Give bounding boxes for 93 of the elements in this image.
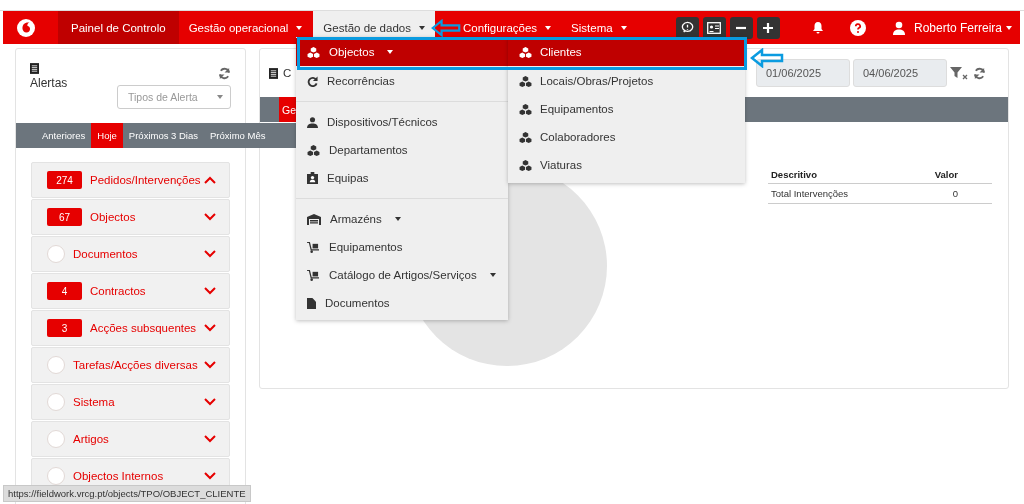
list-icon <box>269 67 278 79</box>
tab[interactable]: Próximos 3 Dias <box>122 123 205 148</box>
chevron-down-icon[interactable] <box>204 361 216 369</box>
group-label: Acções subsquentes <box>90 322 198 334</box>
group-label: Sistema <box>73 396 116 408</box>
user-menu[interactable]: Roberto Ferreira <box>913 20 1012 35</box>
help-icon[interactable] <box>849 19 866 36</box>
chevron-down-icon[interactable] <box>204 213 216 221</box>
cubes-icon <box>519 75 532 87</box>
hand-truck-icon <box>307 241 320 253</box>
redo-icon <box>307 75 318 87</box>
zoom-in-icon[interactable] <box>756 16 780 39</box>
empty-circle-icon <box>47 467 65 485</box>
accordion-header[interactable]: 274 Pedidos/Intervenções <box>31 162 230 198</box>
user-icon[interactable] <box>891 20 906 35</box>
group-label: Contractos <box>90 285 147 297</box>
chevron-down-icon[interactable] <box>204 250 216 258</box>
menu-item[interactable]: Recorrências <box>296 67 508 95</box>
warehouse-icon <box>307 213 321 225</box>
panel-title: C <box>283 67 292 79</box>
group-label: Objectos Internos <box>73 470 165 482</box>
person-icon <box>307 116 318 128</box>
accordion-header[interactable]: Documentos <box>31 236 230 272</box>
count-badge: 274 <box>47 171 82 189</box>
accordion-header[interactable]: Artigos <box>31 421 230 457</box>
panel-title: Alertas <box>30 76 68 90</box>
menu-item[interactable]: Colaboradores <box>508 123 745 151</box>
file-icon <box>307 297 316 309</box>
column-header: Descritivo <box>768 166 898 184</box>
table-cell: Total Intervenções <box>768 183 898 204</box>
tab[interactable]: Próximo Mês <box>204 123 272 148</box>
tab[interactable]: Hoje <box>91 123 123 148</box>
group-label: Artigos <box>73 433 110 445</box>
chevron-down-icon[interactable] <box>204 324 216 332</box>
menu-item[interactable]: Objectos <box>296 38 508 66</box>
arrow-icon <box>430 18 461 37</box>
nav-menu-item[interactable]: Painel de Controlo <box>58 11 179 44</box>
refresh-icon[interactable] <box>218 67 231 80</box>
zoom-out-icon[interactable] <box>729 16 753 39</box>
chevron-down-icon[interactable] <box>204 435 216 443</box>
column-header: Valor <box>897 166 992 184</box>
cubes-icon <box>519 46 532 58</box>
date-field[interactable]: 01/06/2025 <box>756 59 850 87</box>
menu-item[interactable]: Departamentos <box>296 136 508 164</box>
count-badge: 3 <box>47 319 82 337</box>
count-badge: 67 <box>47 208 82 226</box>
group-label: Objectos <box>90 211 137 223</box>
count-badge: 4 <box>47 282 82 300</box>
menu-item[interactable]: Equipas <box>296 164 508 192</box>
empty-circle-icon <box>47 245 65 263</box>
menu-item[interactable]: Armazéns <box>296 205 508 233</box>
menu-item[interactable]: Locais/Obras/Projetos <box>508 67 745 95</box>
status-url-tooltip: https://fieldwork.vrcg.pt/objects/TPO/OBJECT_CLIENTE <box>3 485 251 502</box>
group-label: Documentos <box>73 248 139 260</box>
menu-item[interactable]: Equipamentos <box>296 233 508 261</box>
list-icon <box>30 63 39 74</box>
chevron-up-icon[interactable] <box>204 176 216 184</box>
tab[interactable]: Anteriores <box>36 123 92 148</box>
cubes-icon <box>307 46 320 58</box>
chevron-down-icon[interactable] <box>204 287 216 295</box>
hand-truck-icon <box>307 269 320 281</box>
menu-item[interactable]: Clientes <box>508 38 745 66</box>
empty-circle-icon <box>47 393 65 411</box>
chevron-down-icon[interactable] <box>204 472 216 480</box>
refresh-icon[interactable] <box>973 66 986 80</box>
cubes-icon <box>519 159 532 171</box>
menu-item[interactable]: Equipamentos <box>508 95 745 123</box>
group-label: Pedidos/Intervenções <box>90 174 202 186</box>
empty-circle-icon <box>47 430 65 448</box>
table-cell: 0 <box>897 183 992 204</box>
accordion-header[interactable]: 67 Objectos <box>31 199 230 235</box>
accordion-header[interactable]: Sistema <box>31 384 230 420</box>
bell-icon[interactable] <box>811 21 824 34</box>
arrow-icon <box>750 48 784 68</box>
menu-item[interactable]: Documentos <box>296 289 508 317</box>
chevron-down-icon[interactable] <box>204 398 216 406</box>
id-badge-icon <box>307 172 318 184</box>
logo-icon[interactable] <box>17 18 35 37</box>
clear-filter-icon[interactable] <box>950 66 968 80</box>
id-card-icon[interactable] <box>702 16 726 39</box>
accordion-header[interactable]: 4 Contractos <box>31 273 230 309</box>
alert-type-select[interactable]: Tipos de Alerta <box>117 85 231 109</box>
date-field[interactable]: 04/06/2025 <box>853 59 947 87</box>
menu-item[interactable]: Viaturas <box>508 151 745 179</box>
cubes-icon <box>307 144 320 156</box>
accordion-header[interactable]: Tarefas/Acções diversas <box>31 347 230 383</box>
cubes-icon <box>519 131 532 143</box>
empty-circle-icon <box>47 356 65 374</box>
menu-item[interactable]: Catálogo de Artigos/Serviços <box>296 261 508 289</box>
accordion-header[interactable]: 3 Acções subsquentes <box>31 310 230 346</box>
chat-icon[interactable] <box>675 16 699 39</box>
group-label: Tarefas/Acções diversas <box>73 359 199 371</box>
cubes-icon <box>519 103 532 115</box>
